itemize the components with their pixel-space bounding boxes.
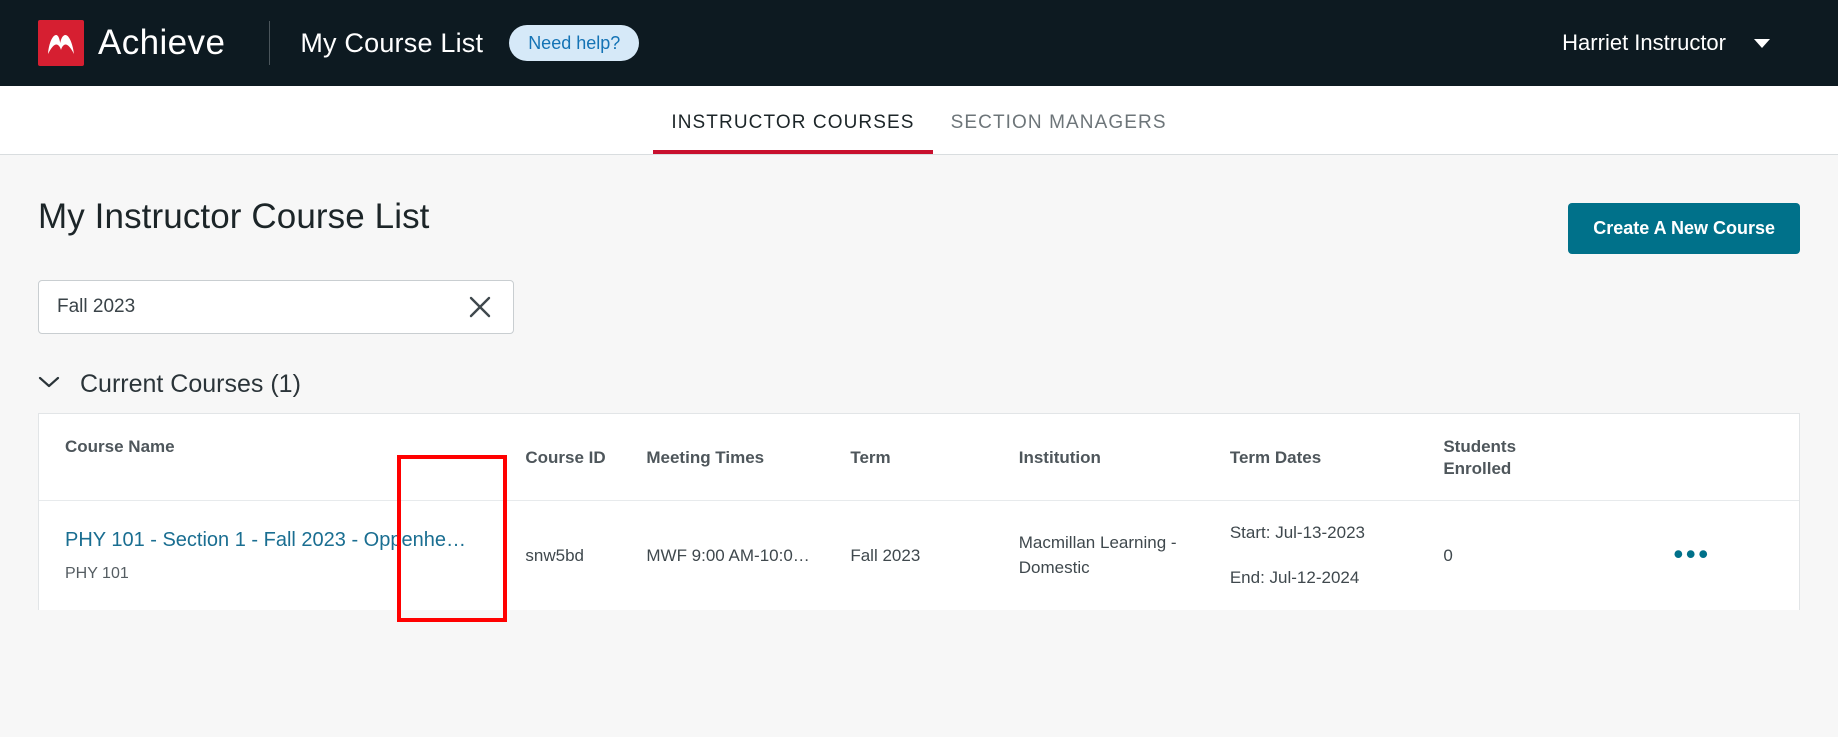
- need-help-button[interactable]: Need help?: [509, 25, 639, 61]
- brand-name: Achieve: [98, 23, 225, 63]
- course-filter-field[interactable]: [38, 280, 514, 334]
- cell-term: Fall 2023: [838, 501, 1006, 611]
- cell-actions: •••: [1585, 501, 1799, 611]
- user-name-label: Harriet Instructor: [1562, 30, 1726, 56]
- ellipsis-icon[interactable]: •••: [1597, 541, 1787, 568]
- brand-logo[interactable]: Achieve: [38, 20, 225, 66]
- page-title: My Instructor Course List: [38, 197, 430, 237]
- user-menu[interactable]: Harriet Instructor: [1562, 30, 1800, 56]
- column-header-students-enrolled[interactable]: Students Enrolled: [1431, 414, 1585, 501]
- column-header-term-dates[interactable]: Term Dates: [1218, 414, 1431, 501]
- current-courses-title: Current Courses (1): [80, 370, 301, 399]
- cell-course-name: PHY 101 - Section 1 - Fall 2023 - Oppenh…: [39, 501, 513, 611]
- nav-title: My Course List: [300, 28, 483, 59]
- column-header-course-name[interactable]: Course Name: [39, 414, 513, 501]
- cell-institution: Macmillan Learning - Domestic: [1007, 501, 1218, 611]
- table-header-row: Course Name Course ID Meeting Times Term…: [39, 414, 1799, 501]
- course-filter-input[interactable]: [57, 296, 463, 318]
- cell-meeting-times: MWF 9:00 AM-10:0…: [634, 501, 838, 611]
- column-header-term[interactable]: Term: [838, 414, 1006, 501]
- cell-course-id: snw5bd: [513, 501, 634, 611]
- column-header-actions: [1585, 414, 1799, 501]
- current-courses-section-toggle[interactable]: Current Courses (1): [38, 370, 1800, 399]
- main-content: My Instructor Course List Create A New C…: [0, 155, 1838, 737]
- term-end-date: End: Jul-12-2024: [1230, 566, 1419, 591]
- nav-divider: [269, 21, 270, 65]
- term-start-date: Start: Jul-13-2023: [1230, 521, 1419, 546]
- table-row: PHY 101 - Section 1 - Fall 2023 - Oppenh…: [39, 501, 1799, 611]
- create-a-new-course-button[interactable]: Create A New Course: [1568, 203, 1800, 254]
- cell-students-enrolled: 0: [1431, 501, 1585, 611]
- column-header-course-id[interactable]: Course ID: [513, 414, 634, 501]
- tab-bar: INSTRUCTOR COURSES SECTION MANAGERS: [0, 86, 1838, 155]
- top-navigation-bar: Achieve My Course List Need help? Harrie…: [0, 0, 1838, 86]
- course-code-label: PHY 101: [65, 562, 501, 585]
- courses-table: Course Name Course ID Meeting Times Term…: [39, 414, 1799, 610]
- tab-section-managers[interactable]: SECTION MANAGERS: [933, 112, 1185, 154]
- close-icon[interactable]: [463, 290, 497, 324]
- chevron-down-icon[interactable]: [1754, 39, 1770, 48]
- column-header-institution[interactable]: Institution: [1007, 414, 1218, 501]
- tab-instructor-courses[interactable]: INSTRUCTOR COURSES: [653, 112, 932, 154]
- course-name-link[interactable]: PHY 101 - Section 1 - Fall 2023 - Oppenh…: [65, 526, 501, 555]
- chevron-down-icon: [38, 375, 60, 394]
- cell-term-dates: Start: Jul-13-2023 End: Jul-12-2024: [1218, 501, 1431, 611]
- column-header-meeting-times[interactable]: Meeting Times: [634, 414, 838, 501]
- page-header: My Instructor Course List Create A New C…: [38, 155, 1800, 254]
- achieve-logo-icon: [38, 20, 84, 66]
- courses-table-card: Course Name Course ID Meeting Times Term…: [38, 413, 1800, 610]
